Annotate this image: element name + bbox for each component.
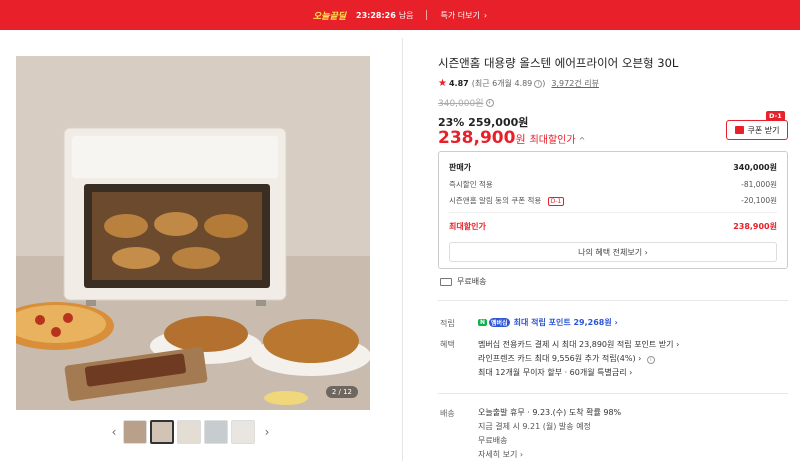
thumbnail[interactable]	[204, 420, 228, 444]
breakdown-total-label: 최대할인가	[449, 222, 486, 231]
section-divider	[438, 300, 788, 301]
air-fryer-photo	[16, 56, 370, 410]
coupon-button[interactable]: 쿠폰 받기	[726, 120, 788, 140]
breakdown-total-value: 238,900원	[733, 222, 777, 231]
delivery-detail-link[interactable]: 자세히 보기 ›	[478, 449, 523, 460]
chevron-right-icon: ›	[483, 10, 488, 20]
rating-row: ★ 4.87 (최근 6개월 4.89 i ) 3,972건 리뷰	[438, 78, 599, 89]
price-info-icon[interactable]: i	[485, 98, 494, 107]
benefit-line[interactable]: 라인프렌즈 카드 최대 9,556원 추가 적립(4%) › i	[478, 353, 655, 364]
thumb-next-button[interactable]: ›	[258, 425, 276, 439]
final-price-row[interactable]: 238,900 원 최대할인가 ^	[438, 128, 585, 148]
my-benefits-button[interactable]: 나의 혜택 전체보기 ›	[449, 242, 777, 262]
banner-divider	[425, 10, 427, 20]
product-title: 시즌앤홈 대용량 올스텐 에어프라이어 오븐형 30L	[438, 56, 679, 70]
original-price-value: 340,000원	[438, 99, 484, 109]
review-count-link[interactable]: 3,972건 리뷰	[551, 78, 599, 89]
coupon-button-label: 쿠폰 받기	[747, 125, 780, 135]
info-icon[interactable]: i	[646, 356, 655, 364]
delivery-line: 무료배송	[478, 436, 508, 445]
countdown-timer: 23:28:26	[356, 10, 396, 20]
points-link[interactable]: N 멤버십 최대 적립 포인트 29,268원 ›	[478, 317, 618, 328]
thumbnail[interactable]	[123, 420, 147, 444]
star-icon: ★	[438, 78, 447, 89]
breakdown-label: 즉시할인 적용	[449, 180, 493, 189]
final-price-label: 최대할인가	[529, 135, 576, 146]
final-price-currency: 원	[515, 133, 526, 146]
product-main-image[interactable]: 2 / 12	[16, 56, 370, 410]
breakdown-value: -20,100원	[741, 196, 777, 205]
delivery-line: 오늘출발 휴무 · 9.23.(수) 도착 확률 98%	[478, 408, 622, 417]
breakdown-divider	[449, 212, 777, 213]
npay-badge: N	[478, 319, 488, 326]
benefit-line[interactable]: 멤버십 전용카드 결제 시 최대 23,890원 적립 포인트 받기 ›	[478, 339, 679, 350]
more-deals-label: 특가 더보기	[440, 10, 480, 20]
benefit-line[interactable]: 최대 12개월 무이자 할부 · 60개월 특별금리 ›	[478, 367, 632, 378]
breakdown-value: 340,000원	[733, 163, 777, 172]
breakdown-row: 즉시할인 적용 -81,000원	[449, 179, 777, 190]
final-price-amount: 238,900	[438, 128, 516, 148]
section-divider	[438, 393, 788, 394]
delivery-line: 지금 결제 시 9.21 (월) 발송 예정	[478, 422, 591, 431]
points-label: 적립	[440, 319, 455, 328]
thumbnail[interactable]	[177, 420, 201, 444]
benefit-line-text: 라인프렌즈 카드 최대 9,556원 추가 적립(4%) ›	[478, 354, 642, 363]
rating-score: 4.87	[448, 79, 469, 88]
delivery-label: 배송	[440, 409, 455, 418]
thumbnail[interactable]	[231, 420, 255, 444]
breakdown-value: -81,000원	[741, 180, 777, 189]
deal-banner[interactable]: 오늘끝딜 23:28:26 남음 특가 더보기 ›	[0, 0, 800, 30]
countdown-suffix: 남음	[398, 10, 414, 20]
thumbnail-active[interactable]	[150, 420, 174, 444]
points-text: 최대 적립 포인트 29,268원 ›	[513, 318, 618, 327]
original-price: 340,000원 i	[438, 96, 494, 109]
breakdown-total-row: 최대할인가 238,900원	[449, 221, 777, 232]
free-shipping-label: 무료배송	[457, 277, 487, 286]
truck-icon	[440, 277, 452, 286]
coupon-icon	[734, 126, 744, 134]
breakdown-label: 판매가	[449, 163, 472, 172]
more-deals-link[interactable]: 특가 더보기 ›	[441, 10, 488, 21]
deal-logo: 오늘끝딜	[312, 11, 347, 22]
thumbnail-strip: ‹ ›	[105, 420, 276, 444]
info-icon[interactable]: i	[534, 79, 543, 88]
breakdown-row: 시즌앤홈 알림 동의 쿠폰 적용 D-1 -20,100원	[449, 195, 777, 206]
rating-recent-close: )	[542, 79, 546, 88]
benefits-label: 혜택	[440, 340, 455, 349]
coupon-deadline-mini-tag: D-1	[547, 197, 565, 206]
image-counter: 2 / 12	[325, 386, 358, 398]
breakdown-label: 시즌앤홈 알림 동의 쿠폰 적용	[449, 196, 542, 205]
column-divider	[402, 38, 403, 461]
thumb-prev-button[interactable]: ‹	[105, 425, 123, 439]
benefit-line-text: 멤버십 전용카드 결제 시 최대 23,890원 적립 포인트 받기 ›	[478, 340, 680, 349]
rating-recent: (최근 6개월 4.89	[471, 79, 533, 88]
membership-badge: 멤버십	[489, 318, 510, 327]
shipping-row: 무료배송	[440, 276, 486, 287]
breakdown-label-wrap: 시즌앤홈 알림 동의 쿠폰 적용 D-1	[449, 195, 565, 206]
price-breakdown: 판매가 340,000원 즉시할인 적용 -81,000원 시즌앤홈 알림 동의…	[438, 151, 788, 269]
benefit-line-text: 최대 12개월 무이자 할부 · 60개월 특별금리 ›	[478, 368, 633, 377]
chevron-up-icon: ^	[578, 136, 586, 145]
breakdown-row: 판매가 340,000원	[449, 162, 777, 173]
